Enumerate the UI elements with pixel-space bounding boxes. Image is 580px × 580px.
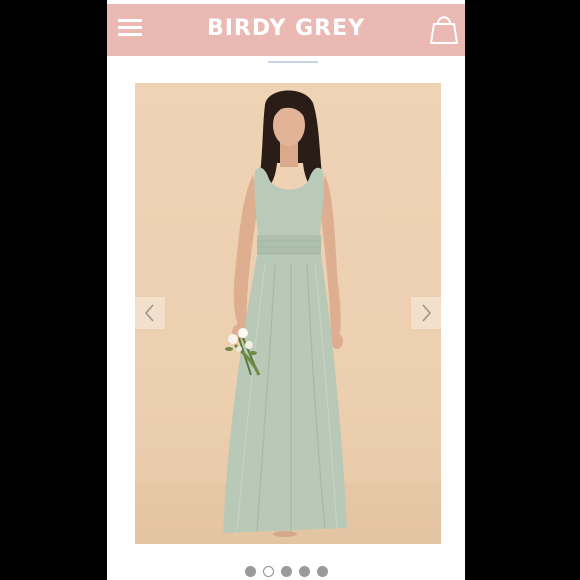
chevron-right-icon — [422, 304, 431, 322]
brand-logo[interactable]: BIRDY GREY — [107, 16, 465, 41]
pagination-dot[interactable] — [280, 566, 292, 577]
gallery-pagination — [107, 566, 465, 577]
site-header: BIRDY GREY — [107, 4, 465, 56]
model-illustration — [135, 90, 441, 544]
gallery-next-button[interactable] — [411, 297, 441, 329]
mobile-page: BIRDY GREY — [107, 0, 465, 580]
shopping-bag-icon[interactable] — [429, 12, 459, 46]
gallery-prev-button[interactable] — [135, 297, 165, 329]
pagination-dot-active[interactable] — [262, 566, 274, 577]
pagination-dot[interactable] — [298, 566, 310, 577]
header-divider — [268, 61, 318, 63]
chevron-left-icon — [145, 304, 154, 322]
pagination-dot[interactable] — [316, 566, 328, 577]
product-image[interactable] — [135, 83, 441, 544]
pagination-dot[interactable] — [244, 566, 256, 577]
